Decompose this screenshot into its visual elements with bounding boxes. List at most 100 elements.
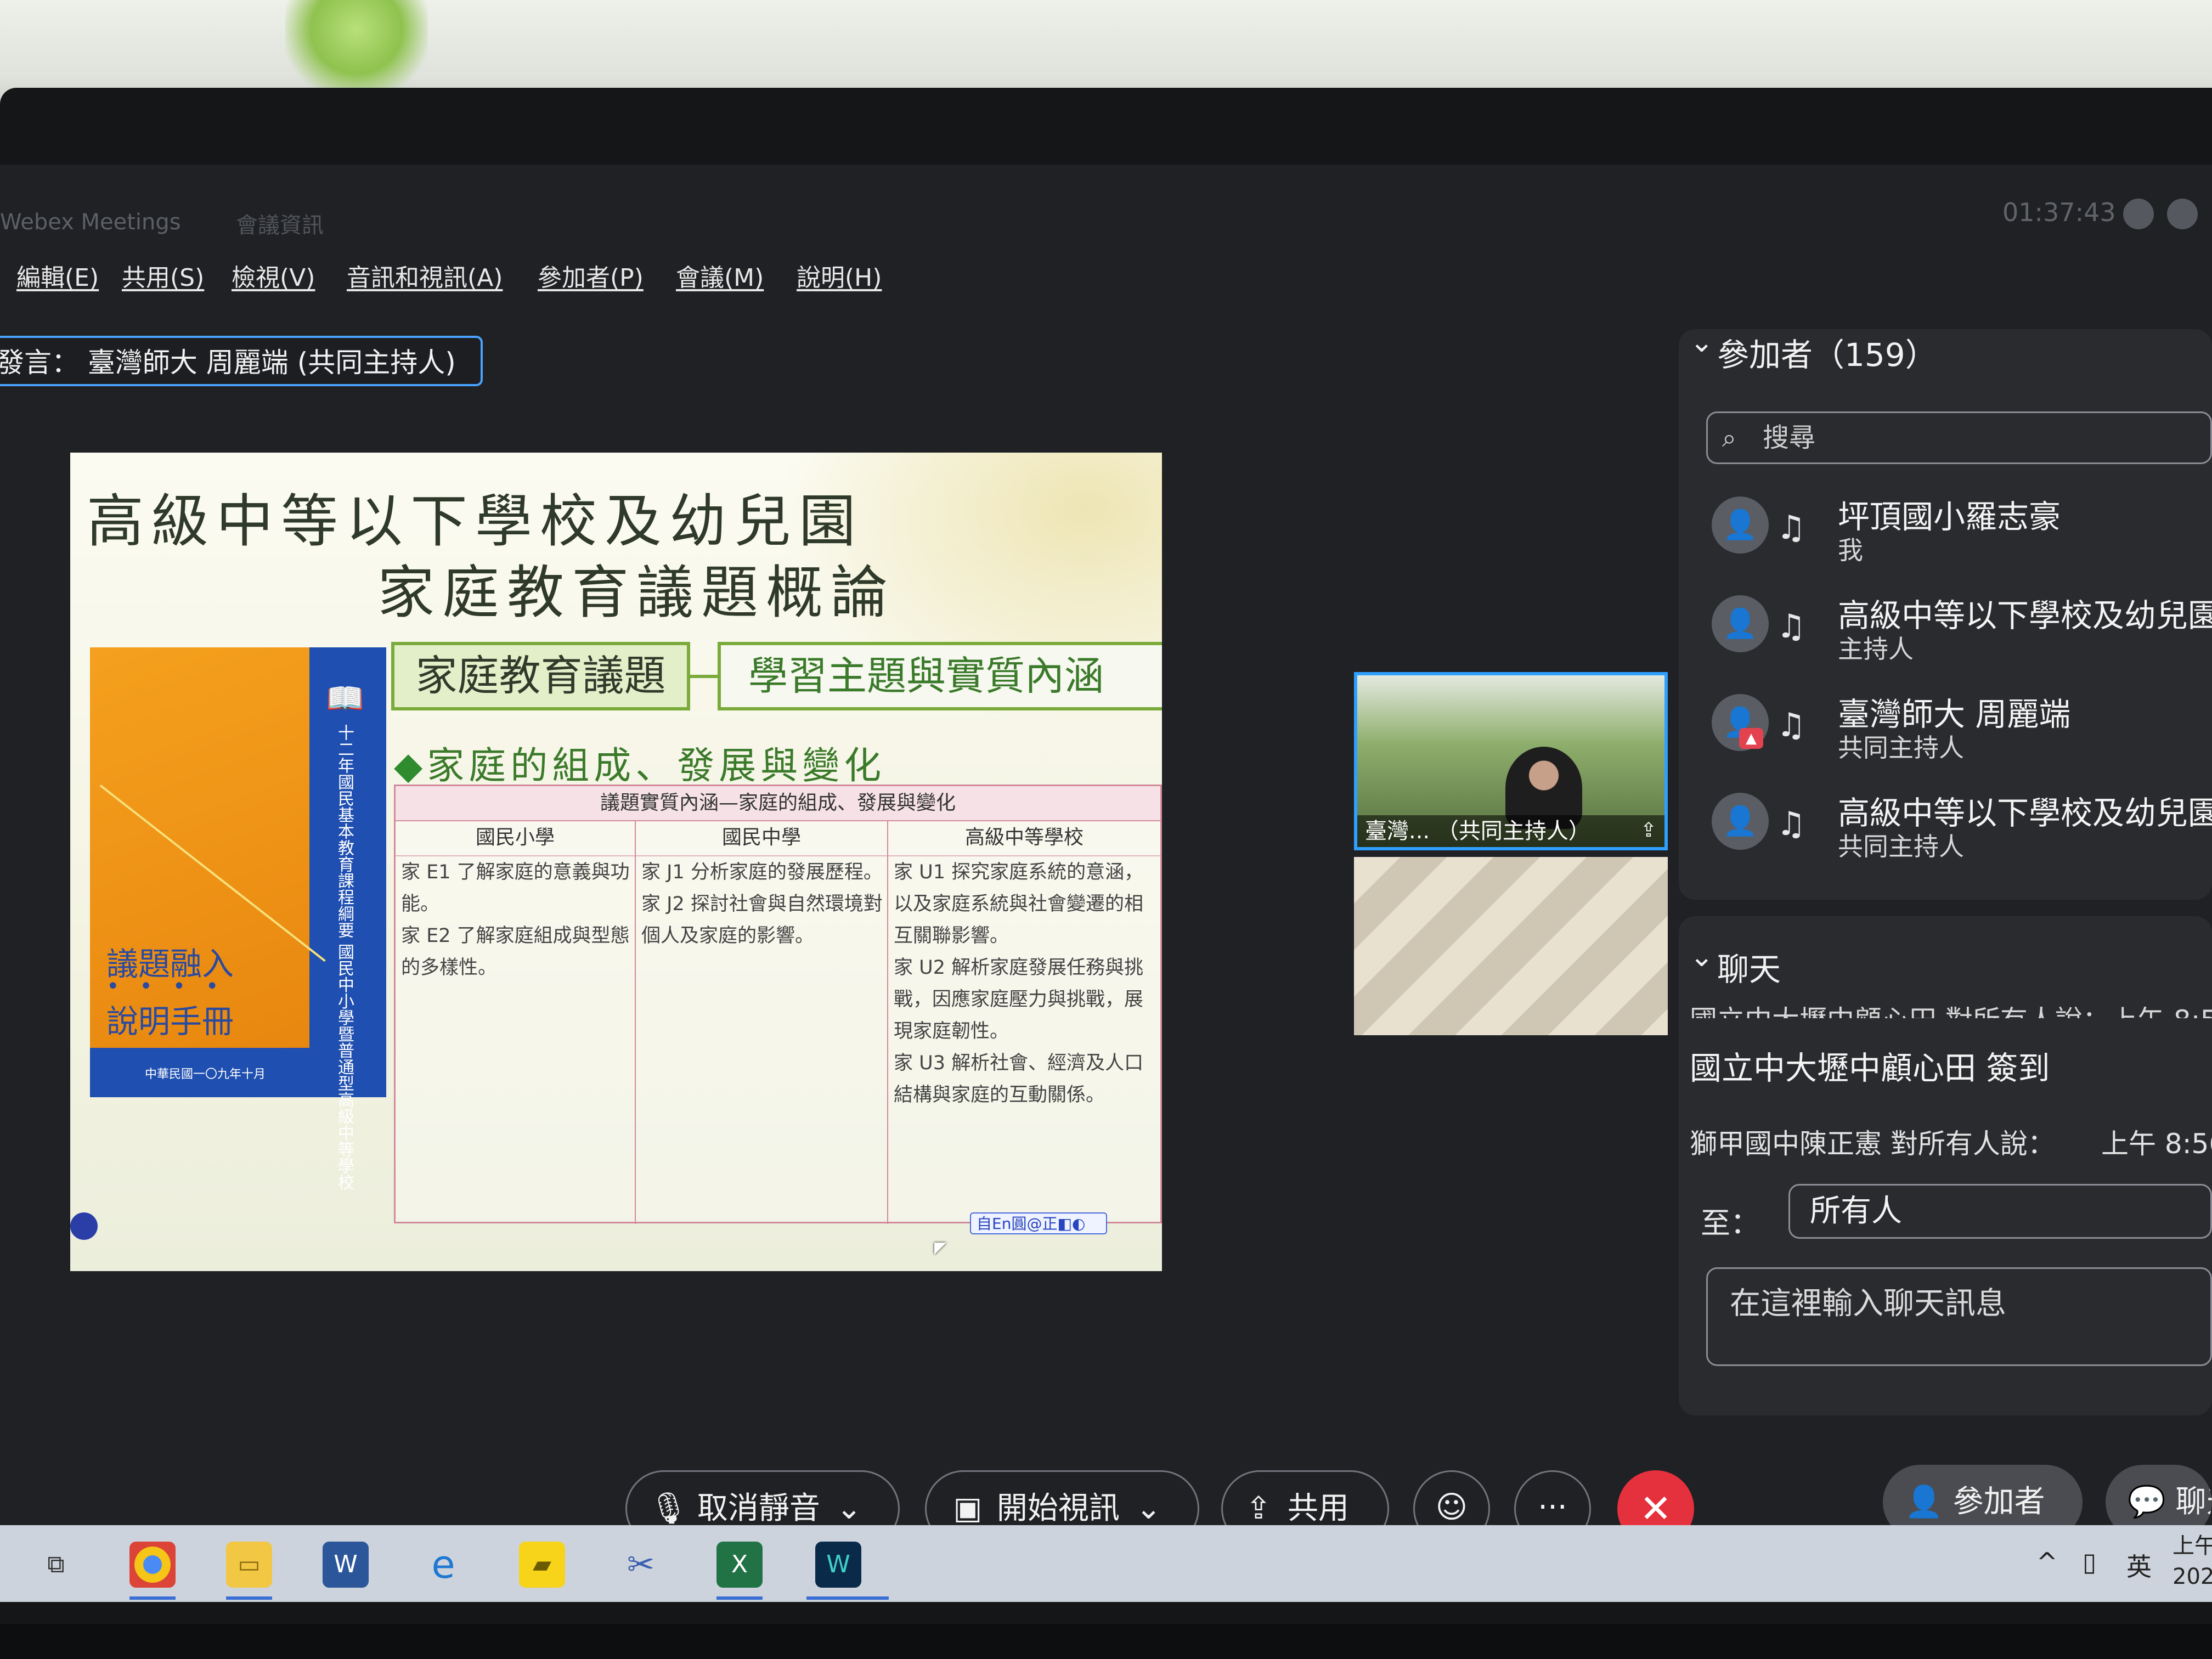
menu-share[interactable]: 共用(S) xyxy=(122,258,204,293)
menu-audio-video[interactable]: 音訊和視訊(A) xyxy=(347,258,503,293)
menu-participants[interactable]: 參加者(P) xyxy=(538,258,644,293)
presenting-icon: ▲ xyxy=(1739,728,1763,749)
item-code: 家 E1 xyxy=(401,861,451,883)
chevron-down-icon[interactable]: ⌄ xyxy=(1690,326,1714,359)
table-column-elementary: 國民小學 家 E1 了解家庭的意義與功能。 家 E2 了解家庭組成與型態的多樣性… xyxy=(396,820,636,1224)
start-video-label: 開始視訊 xyxy=(996,1491,1120,1526)
item-code: 家 U3 xyxy=(894,1052,946,1074)
chat-recipient-select[interactable]: 所有人 xyxy=(1788,1184,2212,1239)
chat-input[interactable]: 在這裡輸入聊天訊息 xyxy=(1706,1267,2212,1366)
participant-search-input[interactable]: ⌕ 搜尋 xyxy=(1706,411,2212,464)
avatar: 👤 xyxy=(1712,793,1769,850)
participant-row[interactable]: 👤 ♫ 坪頂國小羅志豪 我 xyxy=(1712,480,2212,565)
chat-recipient-label: 至： xyxy=(1701,1206,1760,1240)
item-text: 分析家庭的發展歷程。 xyxy=(690,861,883,883)
desk-edge xyxy=(0,1624,2212,1659)
video-tile-cohost[interactable]: 臺灣... （共同主持人） ⇪ xyxy=(1354,672,1668,850)
chevron-up-icon[interactable]: ^ xyxy=(2036,1547,2058,1577)
chrome-icon[interactable] xyxy=(129,1542,176,1588)
headset-icon: ♫ xyxy=(1776,509,1806,547)
table-cell: 家 E1 了解家庭的意義與功能。 xyxy=(396,856,635,920)
chrome-active-indicator xyxy=(129,1596,176,1600)
ime-language[interactable]: 英 xyxy=(2126,1547,2152,1583)
chat-timestamp: 上午 8:56 xyxy=(2101,1128,2212,1160)
word-icon[interactable]: W xyxy=(323,1542,369,1588)
book-icon: 📖 xyxy=(326,681,364,716)
university-seal-icon xyxy=(70,1212,98,1240)
avatar: 👤 xyxy=(1712,496,1769,554)
item-code: 家 E2 xyxy=(401,925,451,947)
excel-icon[interactable]: X xyxy=(716,1542,763,1588)
app-title: Webex Meetings xyxy=(0,210,181,235)
shared-content-slide: 高級中等以下學校及幼兒園 家庭教育議題概論 議題融入 • • • • 說明手冊 … xyxy=(70,453,1162,1271)
table-header: 高級中等學校 xyxy=(888,820,1160,856)
menu-edit[interactable]: 編輯(E) xyxy=(16,258,99,293)
internet-explorer-icon[interactable]: e xyxy=(420,1542,466,1588)
chat-header[interactable]: ⌄ 聊天 xyxy=(1690,940,1781,990)
taskbar-clock[interactable]: 上午 202 xyxy=(2172,1531,2212,1592)
menu-meeting[interactable]: 會議(M) xyxy=(676,258,764,293)
participant-row[interactable]: 👤 ♫ 高級中等以下學校及幼兒園 共同主持人 xyxy=(1712,776,2212,861)
menu-help[interactable]: 說明(H) xyxy=(797,258,882,293)
table-caption: 議題實質內涵—家庭的組成、發展與變化 xyxy=(396,786,1160,821)
topic-tag: 家庭教育議題 xyxy=(391,642,690,710)
avatar: 👤 xyxy=(1712,595,1769,652)
active-speaker-badge: 發言： 臺灣師大 周麗端 (共同主持人) xyxy=(0,336,483,386)
close-icon: ✕ xyxy=(1639,1486,1672,1531)
participants-header-overlay: ⌄ 參加者（159） xyxy=(1690,326,1937,375)
chat-message: 國立中大壢中顧心田 簽到 xyxy=(1690,1049,2050,1087)
task-view-icon[interactable]: ⧉ xyxy=(33,1542,79,1588)
handbook-title-line2: 說明手冊 xyxy=(106,1003,234,1040)
speaker-label: 發言： xyxy=(0,347,79,379)
handbook-side-text: 十二年國民基本教育課程綱要 國民中小學暨普通型高級中等學校 xyxy=(335,724,354,1190)
battery-icon[interactable]: ▯ xyxy=(2083,1547,2096,1577)
share-label: 共用 xyxy=(1287,1491,1349,1526)
subtopic-tag: 學習主題與實質內涵 xyxy=(718,642,1162,710)
file-explorer-icon[interactable]: ▭ xyxy=(226,1542,272,1588)
clock-period: 上午 xyxy=(2172,1533,2212,1559)
item-code: 家 U1 xyxy=(894,861,946,883)
participant-role: 我 xyxy=(1838,535,1863,565)
participant-row[interactable]: 👤 ▲ ♫ 臺灣師大 周麗端 共同主持人 xyxy=(1712,678,2212,763)
participant-row[interactable]: 👤 ♫ 高級中等以下學校及幼兒園 主持人 xyxy=(1712,579,2212,664)
participant-role: 主持人 xyxy=(1838,634,1914,664)
video-tile-label: 臺灣... （共同主持人） xyxy=(1357,815,1664,847)
video-tile-self[interactable] xyxy=(1354,857,1668,1035)
menu-view[interactable]: 檢視(V) xyxy=(232,258,315,293)
tag-connector xyxy=(690,675,718,678)
mouse-pointer-icon xyxy=(934,1243,946,1255)
search-placeholder: 搜尋 xyxy=(1763,422,1816,453)
unmute-label: 取消靜音 xyxy=(697,1491,820,1526)
handbook-cover: 議題融入 • • • • 說明手冊 📖 十二年國民基本教育課程綱要 國民中小學暨… xyxy=(90,647,386,1190)
ime-toolbar[interactable]: 自En圓@正◧◐ xyxy=(970,1212,1107,1234)
webex-window: Webex Meetings 會議資訊 01:37:43 編輯(E) 共用(S)… xyxy=(0,165,2212,1602)
explorer-active-indicator xyxy=(226,1596,272,1600)
chat-title: 聊天 xyxy=(1717,951,1781,988)
meeting-info-label[interactable]: 會議資訊 xyxy=(236,207,324,239)
headset-icon: ♫ xyxy=(1776,805,1806,843)
item-code: 家 U2 xyxy=(894,957,946,979)
table-cell: 家 J1 分析家庭的發展歷程。 xyxy=(636,856,887,888)
slide-title-line2: 家庭教育議題概論 xyxy=(377,559,896,626)
clock-date: 202 xyxy=(2172,1564,2212,1589)
participants-title: 參加者（159） xyxy=(1717,336,1937,374)
participants-toggle-label: 參加者 xyxy=(1953,1484,2045,1520)
diamond-bullet-icon: ◆ xyxy=(394,744,427,788)
table-cell: 家 U2 解析家庭發展任務與挑戰，因應家庭壓力與挑戰，展現家庭韌性。 xyxy=(888,952,1160,1047)
windows-taskbar: ⧉ ▭ W e ▰ ✂ X W ^ ▯ 英 上午 202 xyxy=(0,1525,2212,1602)
table-column-junior-high: 國民中學 家 J1 分析家庭的發展歷程。 家 J2 探討社會與自然環境對個人及家… xyxy=(636,820,888,1224)
slide-title-line1: 高級中等以下學校及幼兒園 xyxy=(87,488,864,555)
side-panel: ⌄ 參加者（159） ⌄ 參加者（159） ⌕ 搜尋 👤 ♫ 坪頂國小羅志豪 我… xyxy=(1679,165,2212,1426)
more-icon: ··· xyxy=(1538,1489,1567,1525)
headset-icon: ♫ xyxy=(1776,607,1806,646)
chevron-down-icon[interactable]: ⌄ xyxy=(1690,940,1714,973)
participant-name: 坪頂國小羅志豪 xyxy=(1838,498,2061,535)
menu-bar: 編輯(E) 共用(S) 檢視(V) 音訊和視訊(A) 參加者(P) 會議(M) … xyxy=(0,258,1317,302)
sticky-notes-icon[interactable]: ▰ xyxy=(519,1542,565,1588)
webex-icon[interactable]: W xyxy=(815,1542,861,1588)
chat-bubble-icon: 💬 xyxy=(2128,1484,2166,1520)
table-column-senior-high: 高級中等學校 家 U1 探究家庭系統的意涵，以及家庭系統與社會變遷的相互關聯影響… xyxy=(888,820,1160,1224)
table-header: 國民中學 xyxy=(636,820,887,856)
smiley-icon: ☺ xyxy=(1435,1489,1468,1525)
snipping-tool-icon[interactable]: ✂ xyxy=(618,1542,664,1588)
